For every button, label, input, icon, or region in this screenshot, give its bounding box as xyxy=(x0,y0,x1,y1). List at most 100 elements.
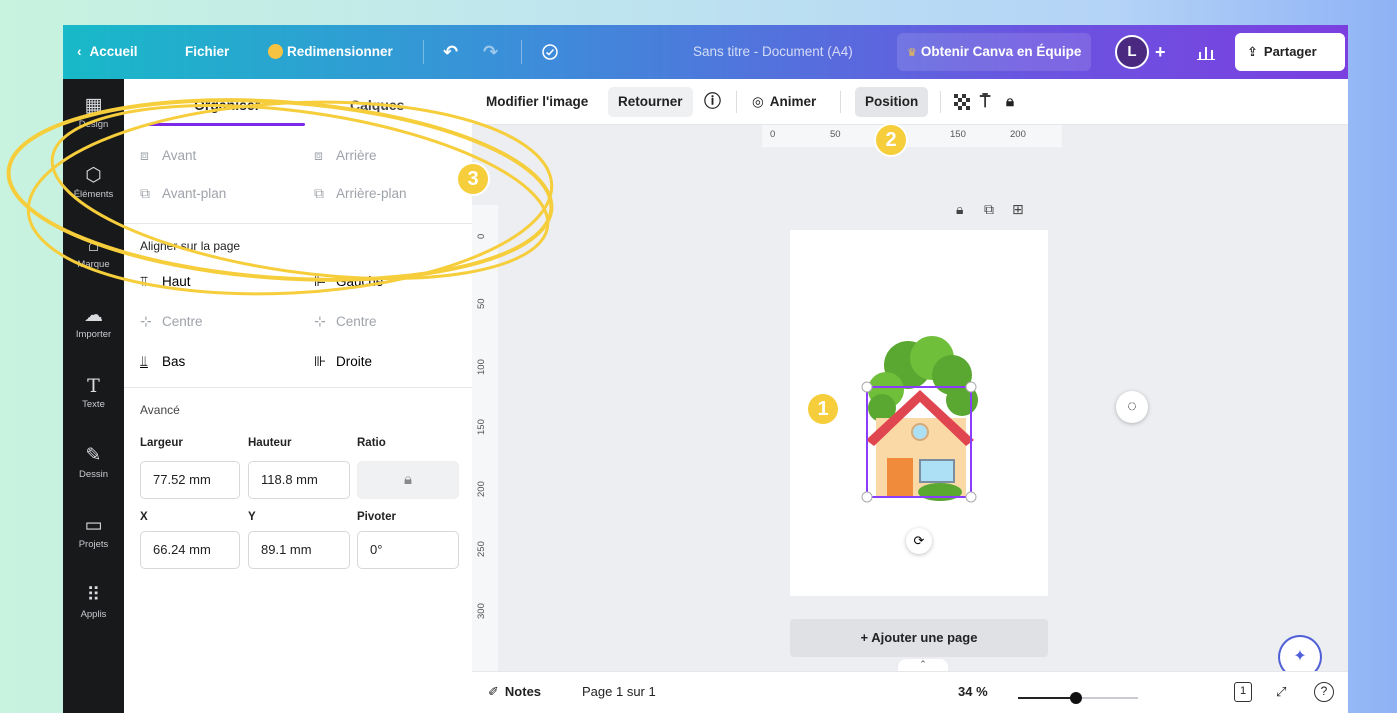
ruler-tick: 150 xyxy=(476,419,487,435)
share-button[interactable]: ⇪ Partager xyxy=(1235,33,1345,71)
crown-icon: ♛ xyxy=(907,47,917,59)
undo-icon[interactable]: ↶ xyxy=(443,25,458,79)
info-icon[interactable]: ⓘ xyxy=(704,87,721,117)
chevron-left-icon: ‹ xyxy=(77,44,82,59)
divider xyxy=(124,387,472,388)
document-title[interactable]: Sans titre - Document (A4) xyxy=(693,25,853,79)
divider xyxy=(940,91,941,113)
align-left-button[interactable]: ⊫ Gauche xyxy=(314,273,383,290)
zoom-slider[interactable] xyxy=(1018,692,1138,704)
lock-icon: 🔒︎ xyxy=(404,471,412,488)
add-page-icon[interactable]: ⊞ xyxy=(1012,201,1024,218)
rail-item-apps[interactable]: ⠿ Applis xyxy=(63,585,124,620)
back-button[interactable]: ‹ Accueil xyxy=(77,25,138,79)
animate-button[interactable]: ◎ Animer xyxy=(752,87,816,117)
notes-button[interactable]: ✐ Notes xyxy=(488,684,541,700)
rail-item-upload[interactable]: ☁ Importer xyxy=(63,305,124,340)
align-top-button[interactable]: ⫪ Haut xyxy=(140,273,191,290)
align-top-icon: ⫪ xyxy=(140,273,148,289)
annotation-badge-1: 1 xyxy=(808,394,838,424)
ruler-tick: 0 xyxy=(770,129,776,140)
page-grid-button[interactable]: 1 xyxy=(1234,682,1252,702)
y-field[interactable]: 89.1 mm xyxy=(248,531,350,569)
align-middle-icon: ⊹ xyxy=(140,313,152,329)
avatar[interactable]: L xyxy=(1115,35,1149,69)
add-member-icon[interactable]: + xyxy=(1155,25,1166,79)
lock-icon[interactable]: 🔒︎ xyxy=(1006,87,1014,117)
align-bottom-button[interactable]: ⫫ Bas xyxy=(140,353,185,370)
upload-icon: ☁ xyxy=(84,305,103,326)
add-page-button[interactable]: + Ajouter une page xyxy=(790,619,1048,657)
advanced-section-title: Avancé xyxy=(140,403,180,417)
rail-item-elements[interactable]: ⬡ Éléments xyxy=(63,165,124,200)
annotation-badge-3: 3 xyxy=(458,164,488,194)
to-front-button[interactable]: ⧉ Avant-plan xyxy=(140,185,226,202)
zoom-knob[interactable] xyxy=(1069,692,1082,704)
cloud-saved-icon[interactable] xyxy=(541,25,559,79)
grid-icon: ⠿ xyxy=(86,585,101,606)
rotate-handle-icon[interactable]: ⟳ xyxy=(906,528,932,554)
height-label: Hauteur xyxy=(248,437,292,449)
page-indicator[interactable]: Page 1 sur 1 xyxy=(582,684,656,699)
annotation-badge-2: 2 xyxy=(876,125,906,155)
rail-item-design[interactable]: ▦ Design xyxy=(63,95,124,130)
upgrade-team-button[interactable]: ♛ Obtenir Canva en Équipe xyxy=(897,33,1092,71)
transparency-icon[interactable] xyxy=(954,87,970,117)
to-back-button[interactable]: ⧉ Arrière-plan xyxy=(314,185,407,202)
ruler-tick: 200 xyxy=(476,481,487,497)
comment-icon[interactable]: ◌ xyxy=(1116,391,1148,423)
layer-forward-icon: ⧈ xyxy=(140,147,149,163)
crown-icon xyxy=(268,43,283,59)
resize-button[interactable]: Redimensionner xyxy=(268,25,393,79)
zoom-level[interactable]: 34 % xyxy=(958,684,988,699)
forward-button[interactable]: ⧈ Avant xyxy=(140,147,196,164)
align-right-icon: ⊪ xyxy=(314,353,327,369)
align-center-h-button[interactable]: ⊹ Centre xyxy=(314,313,377,330)
folder-icon: ▭ xyxy=(84,515,103,536)
fullscreen-icon[interactable]: ⤢ xyxy=(1276,684,1286,700)
ruler-tick: 100 xyxy=(476,359,487,375)
rotate-label: Pivoter xyxy=(357,511,396,523)
canva-editor-window: ‹ Accueil Fichier Redimensionner ↶ ↷ Sans… xyxy=(63,25,1348,713)
rail-item-draw[interactable]: ✎ Dessin xyxy=(63,445,124,480)
align-bottom-icon: ⫫ xyxy=(140,353,148,369)
redo-icon[interactable]: ↷ xyxy=(483,25,498,79)
height-field[interactable]: 118.8 mm xyxy=(248,461,350,499)
rail-item-projects[interactable]: ▭ Projets xyxy=(63,515,124,550)
collapse-pages-icon[interactable]: ⌃ xyxy=(898,659,948,671)
backward-button[interactable]: ⧈ Arrière xyxy=(314,147,377,164)
ratio-label: Ratio xyxy=(357,437,386,449)
help-icon[interactable]: ? xyxy=(1314,682,1334,702)
position-button[interactable]: Position xyxy=(855,87,929,117)
rotate-field[interactable]: 0° xyxy=(357,531,459,569)
ruler-tick: 250 xyxy=(476,541,487,557)
rail-item-brand[interactable]: ⌂ Marque xyxy=(63,235,124,270)
x-field[interactable]: 66.24 mm xyxy=(140,531,240,569)
text-icon: T xyxy=(87,375,100,397)
paint-roller-icon[interactable]: ⍑ xyxy=(980,87,990,117)
x-label: X xyxy=(140,511,148,523)
bottom-bar: ✐ Notes Page 1 sur 1 34 % 1 ⤢ ? xyxy=(472,671,1348,713)
animate-icon: ◎ xyxy=(752,94,764,109)
shapes-icon: ⬡ xyxy=(85,165,102,186)
panel-tabs: Organiser Calques xyxy=(124,79,472,129)
layer-back-icon: ⧉ xyxy=(314,185,324,201)
ratio-lock-button[interactable]: 🔒︎ xyxy=(357,461,459,499)
upload-share-icon: ⇪ xyxy=(1247,44,1258,59)
flip-button[interactable]: Retourner xyxy=(608,87,693,117)
notes-icon: ✐ xyxy=(488,684,499,699)
duplicate-page-icon[interactable]: ⧉ xyxy=(984,201,994,218)
layout-icon: ▦ xyxy=(84,95,103,116)
rail-item-text[interactable]: T Texte xyxy=(63,375,124,410)
file-menu-button[interactable]: Fichier xyxy=(185,25,229,79)
analytics-icon[interactable] xyxy=(1197,25,1215,79)
align-right-button[interactable]: ⊪ Droite xyxy=(314,353,372,370)
edit-image-button[interactable]: Modifier l'image xyxy=(486,87,588,117)
align-center-v-button[interactable]: ⊹ Centre xyxy=(140,313,203,330)
tab-layers[interactable]: Calques xyxy=(350,97,404,113)
width-field[interactable]: 77.52 mm xyxy=(140,461,240,499)
tab-organize[interactable]: Organiser xyxy=(194,97,260,113)
divider xyxy=(840,91,841,113)
page-lock-icon[interactable]: 🔒︎ xyxy=(956,201,963,218)
ruler-tick: 200 xyxy=(1010,129,1026,140)
